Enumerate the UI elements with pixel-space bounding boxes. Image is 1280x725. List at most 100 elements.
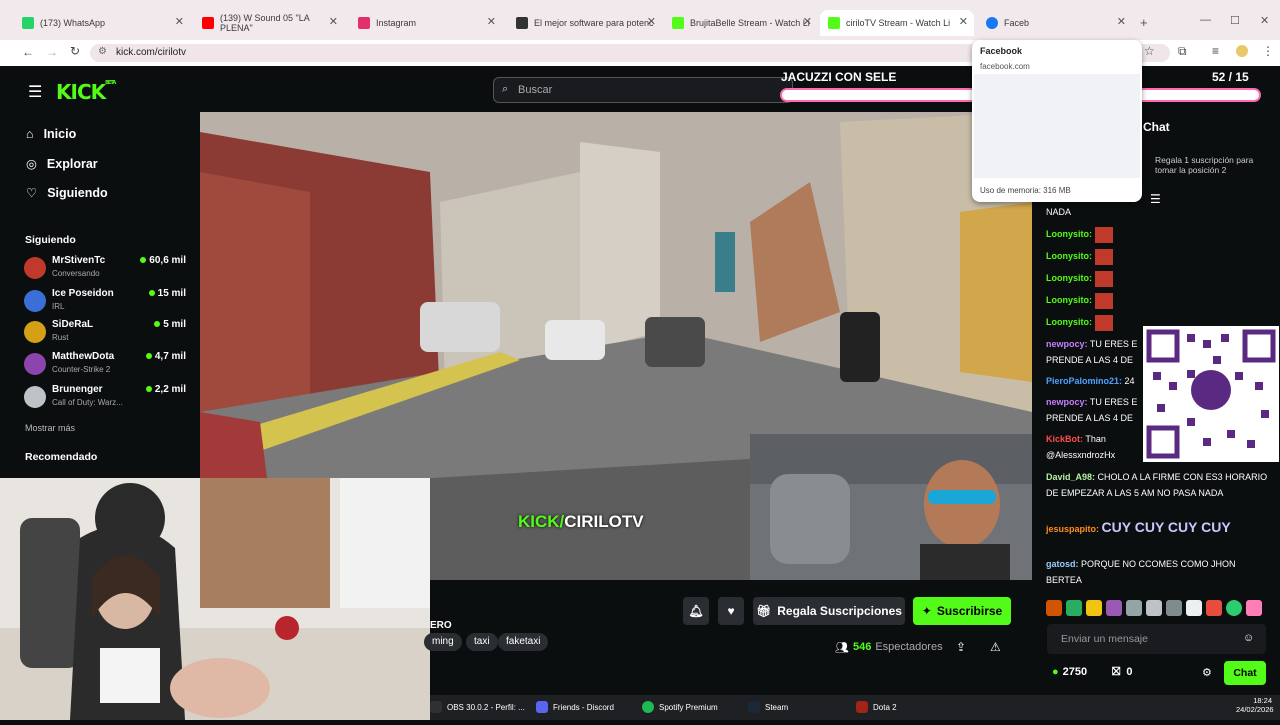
chat-user[interactable]: newpocy: — [1046, 397, 1088, 407]
chat-user[interactable]: Loonysito: — [1046, 295, 1092, 305]
reload-icon[interactable]: ↻ — [70, 44, 80, 58]
maximize-button[interactable]: ☐ — [1230, 14, 1240, 27]
following-item-sideral[interactable]: SiDeRaL Rust 5 mil — [24, 319, 192, 349]
system-clock[interactable]: 18:24 24/02/2026 — [1236, 696, 1274, 714]
channel-points[interactable]: ● 2750 — [1052, 666, 1087, 678]
media-controls-icon[interactable]: ≡ — [1212, 44, 1219, 58]
emoji-icon[interactable]: ☺ — [1243, 632, 1254, 644]
following-item-iceposeidon[interactable]: Ice Poseidon IRL 15 mil — [24, 288, 192, 318]
tag-ming[interactable]: ming — [424, 633, 462, 651]
site-info-icon[interactable]: ⚙ — [98, 46, 107, 57]
spotify-icon — [642, 701, 654, 713]
close-icon[interactable]: ✕ — [329, 15, 338, 28]
search-input[interactable]: Buscar — [493, 77, 793, 103]
tab-whatsapp[interactable]: (173) WhatsApp ✕ — [14, 10, 190, 36]
tab-instagram[interactable]: Instagram ✕ — [350, 10, 502, 36]
forward-arrow-icon[interactable]: → — [46, 45, 58, 59]
emote-icon[interactable] — [1226, 600, 1242, 616]
emote-icon[interactable] — [1046, 600, 1062, 616]
send-chat-button[interactable]: Chat — [1224, 661, 1266, 685]
viewer-count: 4,7 mil — [145, 351, 186, 362]
notification-bell-button[interactable]: 🔔︎ — [683, 597, 709, 625]
following-item-matthewdota[interactable]: MatthewDota Counter-Strike 2 4,7 mil — [24, 351, 192, 381]
yape-qr-code — [1143, 326, 1279, 462]
nav-siguiendo[interactable]: ♡ Siguiendo — [26, 185, 108, 201]
window-close-button[interactable]: ✕ — [1260, 14, 1269, 27]
emote-icon[interactable] — [1186, 600, 1202, 616]
extensions-icon[interactable]: ⧉ — [1178, 44, 1187, 59]
facebook-icon — [986, 17, 998, 29]
following-item-brunenger[interactable]: Brunenger Call of Duty: Warz... 2,2 mil — [24, 384, 192, 414]
chat-user[interactable]: newpocy: — [1046, 339, 1088, 349]
tag-taxi[interactable]: taxi — [466, 633, 498, 651]
emote-icon[interactable] — [1246, 600, 1262, 616]
streamer-webcam — [0, 478, 430, 720]
tab-cirilotv[interactable]: ciriloTV Stream - Watch Li ✕ — [820, 10, 974, 36]
tab-brujitabelle[interactable]: BrujitaBelle Stream - Watch Li ✕ — [664, 10, 818, 36]
nav-inicio[interactable]: ⌂ Inicio — [26, 127, 76, 141]
taskbar-item-discord[interactable]: Friends - Discord — [536, 701, 614, 713]
close-icon[interactable]: ✕ — [959, 15, 968, 28]
channel-name: MrStivenTc — [52, 255, 106, 266]
close-icon[interactable]: ✕ — [175, 15, 184, 28]
chat-user[interactable]: David_A98: — [1046, 472, 1095, 482]
tab-software[interactable]: El mejor software para potenc ✕ — [508, 10, 662, 36]
follow-heart-button[interactable]: ♥ — [718, 597, 744, 625]
chat-input[interactable]: Enviar un mensaje — [1047, 624, 1266, 654]
channel-category: IRL — [52, 302, 65, 311]
tab-label: Instagram — [376, 18, 417, 28]
tab-label: Faceb — [1004, 18, 1030, 28]
bookmark-star-icon[interactable]: ☆ — [1144, 44, 1155, 58]
gift-subs-button[interactable]: 🎁︎ Regala Suscripciones — [753, 597, 905, 625]
tag-faketaxi[interactable]: faketaxi — [498, 633, 549, 651]
tab-facebook[interactable]: Faceb ✕ — [978, 10, 1132, 36]
nav-explorar[interactable]: ◎ Explorar — [26, 156, 98, 172]
emote-icon[interactable] — [1146, 600, 1162, 616]
new-tab-button[interactable]: + — [1140, 15, 1148, 30]
chat-user[interactable]: Loonysito: — [1046, 229, 1092, 239]
emote-icon[interactable] — [1166, 600, 1182, 616]
chat-text: NADA — [1046, 207, 1072, 217]
minimize-button[interactable]: — — [1200, 14, 1211, 26]
chat-user[interactable]: jesuspapito: — [1046, 524, 1099, 534]
kick-logo[interactable]: KICKBETA — [56, 80, 116, 104]
emote-icon[interactable] — [1206, 600, 1222, 616]
taskbar-item-steam[interactable]: Steam — [748, 701, 788, 713]
viewer-count-value: 60,6 mil — [149, 255, 186, 266]
users-icon: 👥︎ — [835, 642, 849, 654]
emote-icon[interactable] — [1106, 600, 1122, 616]
chat-user[interactable]: Loonysito: — [1046, 273, 1092, 283]
chat-message: newpocy: TU ERES E PRENDE A LAS 4 DE — [1046, 336, 1144, 368]
tab-youtube[interactable]: (139) W Sound 05 "LA PLENA" ✕ — [194, 10, 344, 36]
taskbar-item-obs[interactable]: OBS 30.0.2 - Perfil: ... — [430, 701, 525, 713]
taskbar-item-spotify[interactable]: Spotify Premium — [642, 701, 718, 713]
close-icon[interactable]: ✕ — [647, 15, 656, 28]
search-icon: ⌕ — [502, 83, 509, 95]
viewer-count: 5 mil — [154, 319, 186, 330]
share-icon[interactable]: ⇪ — [956, 640, 966, 654]
show-more-link[interactable]: Mostrar más — [25, 423, 75, 433]
emote-icon[interactable] — [1066, 600, 1082, 616]
following-item-mrstiventc[interactable]: MrStivenTc Conversando 60,6 mil — [24, 255, 192, 285]
chat-user[interactable]: Loonysito: — [1046, 317, 1092, 327]
profile-avatar[interactable] — [1236, 45, 1248, 57]
close-icon[interactable]: ✕ — [1117, 15, 1126, 28]
chat-user[interactable]: gatosd: — [1046, 559, 1079, 569]
subscribe-button[interactable]: ✦ Suscribirse — [913, 597, 1011, 625]
emote-icon[interactable] — [1086, 600, 1102, 616]
menu-dots-icon[interactable]: ⋮ — [1262, 44, 1274, 58]
chat-user[interactable]: Loonysito: — [1046, 251, 1092, 261]
gift-hint: Regala 1 suscripción para tomar la posic… — [1155, 155, 1254, 175]
gifts-value: 0 — [1126, 666, 1133, 678]
close-icon[interactable]: ✕ — [487, 15, 496, 28]
gifts-counter[interactable]: ⛝ 0 — [1112, 666, 1133, 679]
taskbar-item-dota[interactable]: Dota 2 — [856, 701, 897, 713]
close-icon[interactable]: ✕ — [803, 15, 812, 28]
hamburger-menu-icon[interactable]: ☰ — [28, 82, 42, 102]
chat-user[interactable]: PieroPalomino21: — [1046, 376, 1122, 386]
settings-gear-icon[interactable]: ⚙ — [1202, 666, 1212, 679]
back-arrow-icon[interactable]: ← — [22, 45, 34, 59]
chat-user[interactable]: KickBot: — [1046, 434, 1083, 444]
emote-icon[interactable] — [1126, 600, 1142, 616]
report-icon[interactable]: ⚠ — [990, 640, 1001, 654]
